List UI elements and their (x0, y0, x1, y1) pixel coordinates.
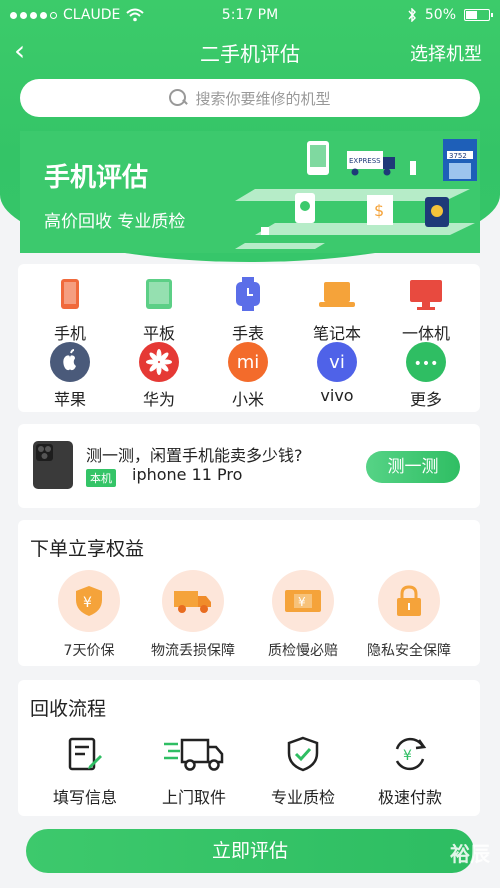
svg-text:EXPRESS: EXPRESS (349, 157, 381, 165)
battery-percent: 50% (424, 7, 456, 23)
svg-text:vi: vi (329, 352, 345, 373)
svg-text:¥: ¥ (403, 748, 412, 764)
category-item[interactable]: 手机 (30, 276, 110, 344)
search-input[interactable]: 搜索你要维修的机型 (20, 79, 480, 117)
hand-phone-icon (295, 193, 315, 223)
battery-icon (464, 9, 493, 21)
category-item[interactable]: vi vivo (297, 342, 377, 405)
category-label: 华为 (142, 390, 175, 409)
ticket-icon: ¥ (272, 570, 334, 632)
benefit-item[interactable]: 隐私安全保障 (354, 570, 464, 660)
evaluate-now-button[interactable]: 立即评估 (26, 829, 474, 873)
benefit-item[interactable]: ¥ 7天价保 (34, 570, 144, 660)
inspect-phone-icon (425, 197, 449, 227)
desktop-icon (406, 276, 446, 316)
iphone-image (33, 441, 73, 489)
price-tag-icon: $ (367, 195, 393, 225)
estimate-question: 测一测，闲置手机能卖多少钱? (86, 446, 303, 465)
category-label: vivo (320, 386, 354, 405)
tablet-icon (139, 276, 179, 316)
benefits-title: 下单立享权益 (30, 538, 145, 560)
nav-bar: ‹ 二手机评估 选择机型 (0, 32, 500, 72)
laptop-icon (317, 276, 357, 316)
category-item[interactable]: 手表 (208, 276, 288, 344)
category-label: 一体机 (401, 324, 450, 343)
recycle-flow-section: 回收流程 填写信息 上门取件 专业质检 ¥ 极速付款 (18, 680, 480, 816)
category-grid: 手机 平板 手表 笔记本 一体机苹果 华为 mi 小米 vi vivo ••• 更多 (18, 264, 480, 412)
category-item[interactable]: 笔记本 (297, 276, 377, 344)
benefits-section: 下单立享权益 ¥ 7天价保 物流丢损保障 ¥ 质检慢必赔 隐私安全保障 (18, 520, 480, 666)
phone-icon (50, 276, 90, 316)
benefit-item[interactable]: ¥ 质检慢必赔 (248, 570, 358, 660)
test-button[interactable]: 测一测 (366, 451, 460, 483)
flow-step-label: 填写信息 (52, 788, 117, 807)
flow-step-label: 极速付款 (377, 788, 442, 807)
xiaomi-icon: mi (228, 342, 268, 382)
banner-illustration: EXPRESS 3752 $ (235, 139, 477, 249)
flow-step: 专业质检 (253, 734, 353, 808)
flow-step-label: 专业质检 (270, 788, 335, 807)
flow-step: ¥ 极速付款 (360, 734, 460, 808)
flow-step: 上门取件 (144, 734, 244, 808)
svg-text:•••: ••• (414, 356, 439, 372)
express-truck-icon: EXPRESS (347, 151, 395, 176)
flow-step-label: 上门取件 (161, 788, 226, 807)
device-model: iphone 11 Pro (132, 465, 243, 484)
bluetooth-icon (408, 8, 416, 22)
flow-title: 回收流程 (30, 698, 107, 720)
form-icon (35, 734, 135, 774)
category-label: 手表 (231, 324, 264, 343)
banner-subtitle: 高价回收 专业质检 (44, 212, 186, 232)
svg-text:$: $ (374, 201, 384, 220)
truck-icon (162, 570, 224, 632)
category-item[interactable]: 华为 (119, 342, 199, 410)
search-placeholder: 搜索你要维修的机型 (195, 89, 331, 108)
lock-icon (378, 570, 440, 632)
benefit-item[interactable]: 物流丢损保障 (138, 570, 248, 660)
benefit-label: 物流丢损保障 (151, 643, 235, 659)
huawei-icon (139, 342, 179, 382)
benefit-label: 隐私安全保障 (367, 643, 451, 659)
watermark: 裕辰 (450, 842, 490, 866)
category-label: 手机 (53, 324, 86, 343)
category-item[interactable]: 一体机 (386, 276, 466, 344)
benefit-label: 7天价保 (63, 643, 115, 659)
phone-chart-icon (307, 141, 329, 175)
category-label: 苹果 (53, 390, 86, 409)
category-label: 平板 (142, 324, 175, 343)
this-device-badge: 本机 (86, 469, 116, 487)
apple-icon (50, 342, 90, 382)
benefit-label: 质检慢必赔 (268, 643, 338, 659)
shield-yuan-icon: ¥ (58, 570, 120, 632)
category-item[interactable]: 平板 (119, 276, 199, 344)
more-icon: ••• (406, 342, 446, 382)
category-item[interactable]: 苹果 (30, 342, 110, 410)
category-label: 笔记本 (312, 324, 361, 343)
watch-icon (228, 276, 268, 316)
select-model-button[interactable]: 选择机型 (410, 40, 482, 66)
delivery-truck-icon (144, 734, 244, 774)
svg-text:mi: mi (237, 352, 260, 373)
price-estimate-card[interactable]: 测一测，闲置手机能卖多少钱? 本机 iphone 11 Pro 测一测 (18, 424, 480, 508)
banner-title: 手机评估 (44, 163, 149, 193)
flow-step: 填写信息 (35, 734, 135, 808)
svg-text:¥: ¥ (83, 595, 92, 611)
shield-check-icon (253, 734, 353, 774)
status-bar: CLAUDE 5:17 PM 50% (0, 0, 500, 32)
vivo-icon: vi (317, 342, 357, 382)
promo-banner[interactable]: 手机评估 高价回收 专业质检 EXPRESS 3752 $ (20, 131, 480, 253)
refresh-yuan-icon: ¥ (360, 734, 460, 774)
svg-text:3752: 3752 (449, 152, 467, 160)
warehouse-icon: 3752 (443, 139, 477, 181)
category-label: 小米 (231, 390, 264, 409)
search-icon (169, 89, 187, 107)
svg-text:¥: ¥ (298, 595, 306, 609)
category-item[interactable]: ••• 更多 (386, 342, 466, 410)
category-label: 更多 (409, 390, 442, 409)
category-item[interactable]: mi 小米 (208, 342, 288, 410)
